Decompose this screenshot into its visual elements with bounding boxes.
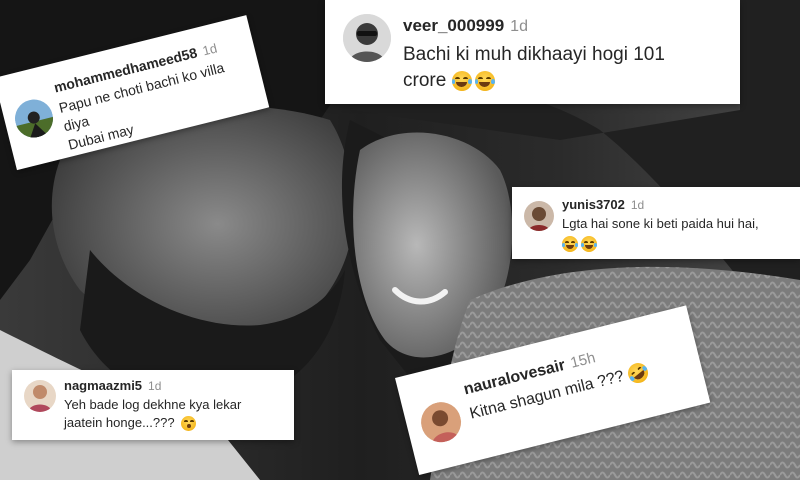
avatar[interactable] [343, 14, 391, 62]
face-with-tears-of-joy-icon [562, 236, 578, 253]
user-avatar-icon [343, 14, 391, 62]
face-with-tears-of-joy-icon [474, 70, 495, 91]
avatar[interactable] [416, 397, 466, 447]
user-avatar-icon [24, 380, 56, 412]
user-avatar-icon [416, 397, 466, 447]
comment-text-line: Lgta hai sone ki beti paida hui hai, [562, 216, 759, 231]
avatar[interactable] [10, 95, 58, 142]
comment-card-veer: veer_000999 1d Bachi ki muh dikhaayi hog… [325, 0, 740, 104]
comment-text: Lgta hai sone ki beti paida hui hai, [562, 215, 759, 253]
comment-username[interactable]: yunis3702 [562, 197, 625, 212]
comment-text: Yeh bade log dekhne kya lekar jaatein ho… [64, 396, 241, 431]
comment-username[interactable]: nagmaazmi5 [64, 378, 142, 393]
comment-text-line: jaatein honge...??? [64, 414, 175, 430]
avatar[interactable] [24, 380, 56, 412]
comment-text: Bachi ki muh dikhaayi hogi 101 crore [403, 44, 665, 91]
comment-text-line: Yeh bade log dekhne kya lekar [64, 397, 242, 412]
comment-time: 1d [630, 198, 645, 212]
rolling-on-the-floor-laughing-icon [623, 358, 652, 387]
comment-time: 15h [568, 349, 598, 372]
comment-username[interactable]: veer_000999 [403, 16, 504, 36]
face-with-tears-of-joy-icon [581, 236, 597, 253]
comment-card-yunis: yunis3702 1d Lgta hai sone ki beti paida… [512, 187, 800, 259]
comment-card-nagma: nagmaazmi5 1d Yeh bade log dekhne kya le… [12, 370, 294, 440]
avatar[interactable] [524, 201, 554, 231]
user-avatar-icon [524, 201, 554, 231]
face-with-open-mouth-icon [181, 415, 197, 431]
comment-time: 1d [200, 40, 219, 59]
comment-time: 1d [148, 379, 162, 393]
face-with-tears-of-joy-icon [451, 70, 472, 91]
user-avatar-icon [10, 95, 58, 142]
comment-time: 1d [510, 18, 528, 35]
